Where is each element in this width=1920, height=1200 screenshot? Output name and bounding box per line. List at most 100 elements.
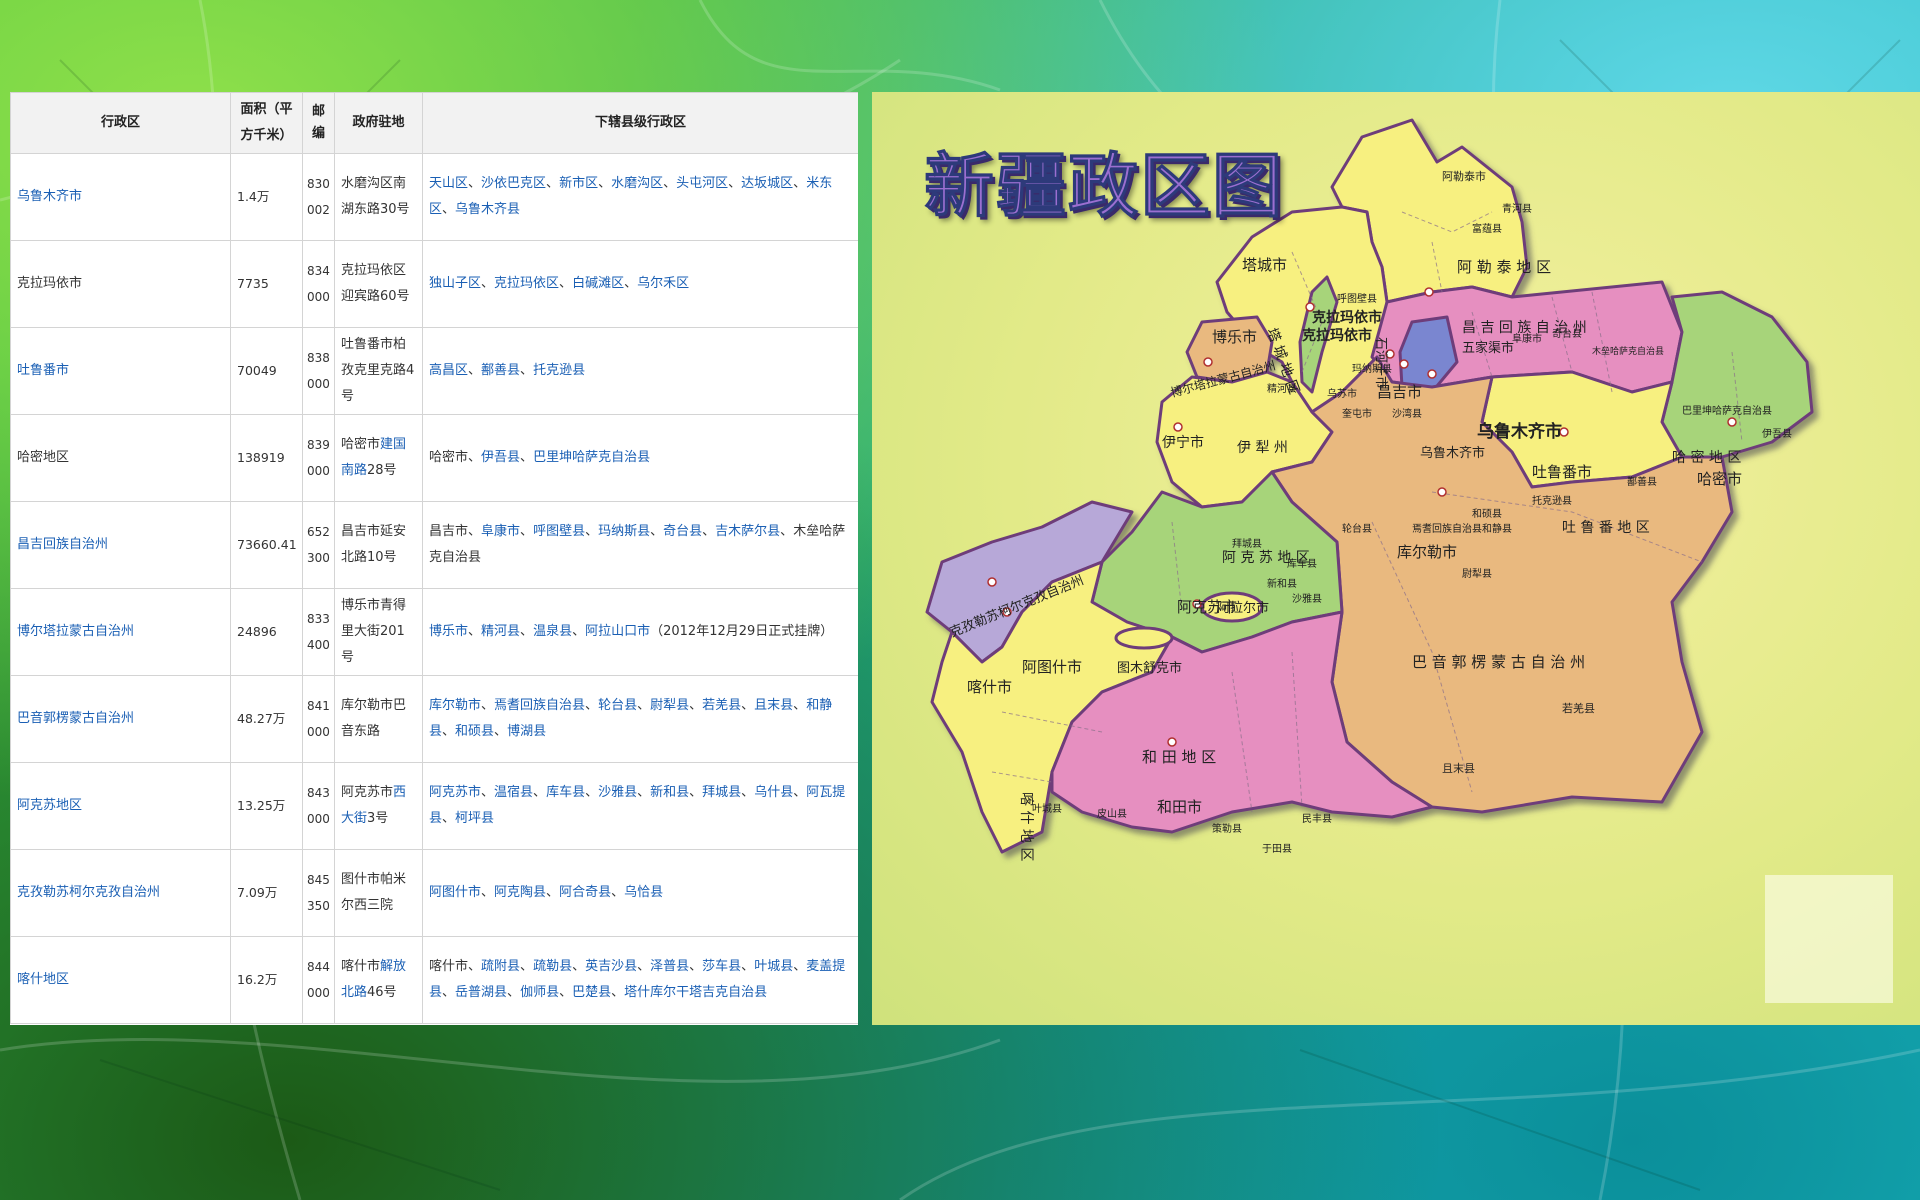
subdivision-link[interactable]: 泽普县 bbox=[650, 959, 689, 974]
label-heshuo: 和硕县 bbox=[1472, 508, 1502, 520]
label-karamay2: 克拉玛依市 bbox=[1302, 327, 1372, 344]
division-link[interactable]: 乌鲁木齐市 bbox=[17, 189, 82, 204]
subdivision-link[interactable]: 精河县 bbox=[481, 624, 520, 639]
division-link[interactable]: 博尔塔拉蒙古自治州 bbox=[17, 624, 134, 639]
subdivision-link[interactable]: 轮台县 bbox=[598, 698, 637, 713]
division-link[interactable]: 昌吉回族自治州 bbox=[17, 537, 108, 552]
subdivision-link[interactable]: 若羌县 bbox=[702, 698, 741, 713]
separator: 、 bbox=[442, 202, 456, 217]
label-urumqi-county: 乌鲁木齐市 bbox=[1420, 445, 1485, 461]
separator: 、 bbox=[663, 176, 677, 191]
division-link[interactable]: 克孜勒苏柯尔克孜自治州 bbox=[17, 885, 160, 900]
subdivision-link[interactable]: 乌什县 bbox=[754, 785, 793, 800]
seat-text: 吐鲁番市柏孜克里克路4号 bbox=[341, 337, 415, 404]
subdivision-note: （2012年12月29日正式挂牌） bbox=[650, 624, 834, 639]
subdivision-link[interactable]: 白碱滩区 bbox=[572, 276, 624, 291]
subdivision-link[interactable]: 伽师县 bbox=[520, 985, 559, 1000]
subdivision-link[interactable]: 沙依巴克区 bbox=[481, 176, 546, 191]
subdivision-link[interactable]: 焉耆回族自治县 bbox=[494, 698, 585, 713]
division-link[interactable]: 喀什地区 bbox=[17, 972, 69, 987]
subdivision-link[interactable]: 乌尔禾区 bbox=[637, 276, 689, 291]
cell-name[interactable]: 克孜勒苏柯尔克孜自治州 bbox=[10, 849, 231, 937]
cell-name[interactable]: 博尔塔拉蒙古自治州 bbox=[10, 588, 231, 676]
subdivision-link[interactable]: 托克逊县 bbox=[533, 363, 585, 378]
subdivision-link[interactable]: 疏勒县 bbox=[533, 959, 572, 974]
region-tumxuk[interactable] bbox=[1114, 626, 1174, 650]
label-yutian: 于田县 bbox=[1262, 843, 1292, 855]
separator: 、 bbox=[741, 959, 755, 974]
subdivision-link[interactable]: 阿克苏市 bbox=[429, 785, 481, 800]
seat-text: 46号 bbox=[367, 985, 397, 1000]
subdivision-link[interactable]: 乌鲁木齐县 bbox=[455, 202, 520, 217]
cell-name[interactable]: 昌吉回族自治州 bbox=[10, 501, 231, 589]
subdivision-link[interactable]: 乌恰县 bbox=[624, 885, 663, 900]
cell-postcode: 838000 bbox=[302, 327, 335, 415]
subdivision-link[interactable]: 克拉玛依区 bbox=[494, 276, 559, 291]
seat-text: 水磨沟区南湖东路30号 bbox=[341, 176, 410, 217]
division-link[interactable]: 巴音郭楞蒙古自治州 bbox=[17, 711, 134, 726]
separator: 、 bbox=[585, 698, 599, 713]
subdivision-link[interactable]: 新和县 bbox=[650, 785, 689, 800]
subdivision-link[interactable]: 英吉沙县 bbox=[585, 959, 637, 974]
separator: 、 bbox=[624, 276, 638, 291]
subdivision-link[interactable]: 天山区 bbox=[429, 176, 468, 191]
subdivision-link[interactable]: 呼图壁县 bbox=[533, 524, 585, 539]
subdivision-link[interactable]: 巴里坤哈萨克自治县 bbox=[533, 450, 650, 465]
header-subs: 下辖县级行政区 bbox=[422, 92, 858, 154]
subdivision-link[interactable]: 拜城县 bbox=[702, 785, 741, 800]
subdivision-link[interactable]: 和硕县 bbox=[455, 724, 494, 739]
subdivision-link[interactable]: 伊吾县 bbox=[481, 450, 520, 465]
subdivision-link[interactable]: 阿克陶县 bbox=[494, 885, 546, 900]
table-row: 吐鲁番市 70049 838000 吐鲁番市柏孜克里克路4号 高昌区、鄯善县、托克逊县 bbox=[10, 327, 858, 415]
subdivision-link[interactable]: 莎车县 bbox=[702, 959, 741, 974]
separator: 、 bbox=[611, 885, 625, 900]
cell-seat: 博乐市青得里大街201号 bbox=[334, 588, 423, 676]
subdivision-link[interactable]: 吉木萨尔县 bbox=[715, 524, 780, 539]
subdivision-link[interactable]: 且末县 bbox=[754, 698, 793, 713]
subdivision-link[interactable]: 岳普湖县 bbox=[455, 985, 507, 1000]
cell-area: 16.2万 bbox=[230, 936, 303, 1024]
division-link[interactable]: 吐鲁番市 bbox=[17, 363, 69, 378]
subdivision-link[interactable]: 阿拉山口市 bbox=[585, 624, 650, 639]
subdivision-link[interactable]: 阿图什市 bbox=[429, 885, 481, 900]
subdivision-link[interactable]: 博乐市 bbox=[429, 624, 468, 639]
cell-name[interactable]: 吐鲁番市 bbox=[10, 327, 231, 415]
subdivision-link[interactable]: 玛纳斯县 bbox=[598, 524, 650, 539]
subdivision-link[interactable]: 博湖县 bbox=[507, 724, 546, 739]
subdivision-link[interactable]: 柯坪县 bbox=[455, 811, 494, 826]
subdivision-link[interactable]: 达坂城区 bbox=[741, 176, 793, 191]
subdivision-link[interactable]: 沙雅县 bbox=[598, 785, 637, 800]
subdivision-link[interactable]: 高昌区 bbox=[429, 363, 468, 378]
subdivision-link[interactable]: 新市区 bbox=[559, 176, 598, 191]
label-yiwu: 伊吾县 bbox=[1762, 428, 1792, 440]
cell-name[interactable]: 乌鲁木齐市 bbox=[10, 153, 231, 241]
subdivision-link[interactable]: 鄯善县 bbox=[481, 363, 520, 378]
label-bole: 博乐市 bbox=[1212, 328, 1257, 346]
subdivision-link[interactable]: 叶城县 bbox=[754, 959, 793, 974]
division-name: 克拉玛依市 bbox=[17, 276, 83, 291]
subdivision-link[interactable]: 塔什库尔干塔吉克自治县 bbox=[624, 985, 767, 1000]
cell-subdivisions: 阿图什市、阿克陶县、阿合奇县、乌恰县 bbox=[422, 849, 858, 937]
subdivision-link[interactable]: 独山子区 bbox=[429, 276, 481, 291]
subdivision-link[interactable]: 温宿县 bbox=[494, 785, 533, 800]
cell-area: 138919 bbox=[230, 414, 303, 502]
subdivision-link[interactable]: 库车县 bbox=[546, 785, 585, 800]
cell-name: 哈密地区 bbox=[10, 414, 231, 502]
cell-name[interactable]: 阿克苏地区 bbox=[10, 762, 231, 850]
subdivision-link[interactable]: 阿合奇县 bbox=[559, 885, 611, 900]
subdivision-link[interactable]: 头屯河区 bbox=[676, 176, 728, 191]
subdivision-link[interactable]: 尉犁县 bbox=[650, 698, 689, 713]
subdivision-link[interactable]: 库尔勒市 bbox=[429, 698, 481, 713]
cell-name[interactable]: 喀什地区 bbox=[10, 936, 231, 1024]
subdivision-link[interactable]: 水磨沟区 bbox=[611, 176, 663, 191]
subdivision-link[interactable]: 温泉县 bbox=[533, 624, 572, 639]
division-link[interactable]: 阿克苏地区 bbox=[17, 798, 82, 813]
cell-name[interactable]: 巴音郭楞蒙古自治州 bbox=[10, 675, 231, 763]
subdivision-link[interactable]: 奇台县 bbox=[663, 524, 702, 539]
label-cele: 策勒县 bbox=[1212, 822, 1242, 835]
subdivision-link[interactable]: 阜康市 bbox=[481, 524, 520, 539]
subdivision-link[interactable]: 巴楚县 bbox=[572, 985, 611, 1000]
separator: 、 bbox=[559, 276, 573, 291]
label-yecheng: 叶城县 bbox=[1032, 803, 1062, 815]
subdivision-link[interactable]: 疏附县 bbox=[481, 959, 520, 974]
